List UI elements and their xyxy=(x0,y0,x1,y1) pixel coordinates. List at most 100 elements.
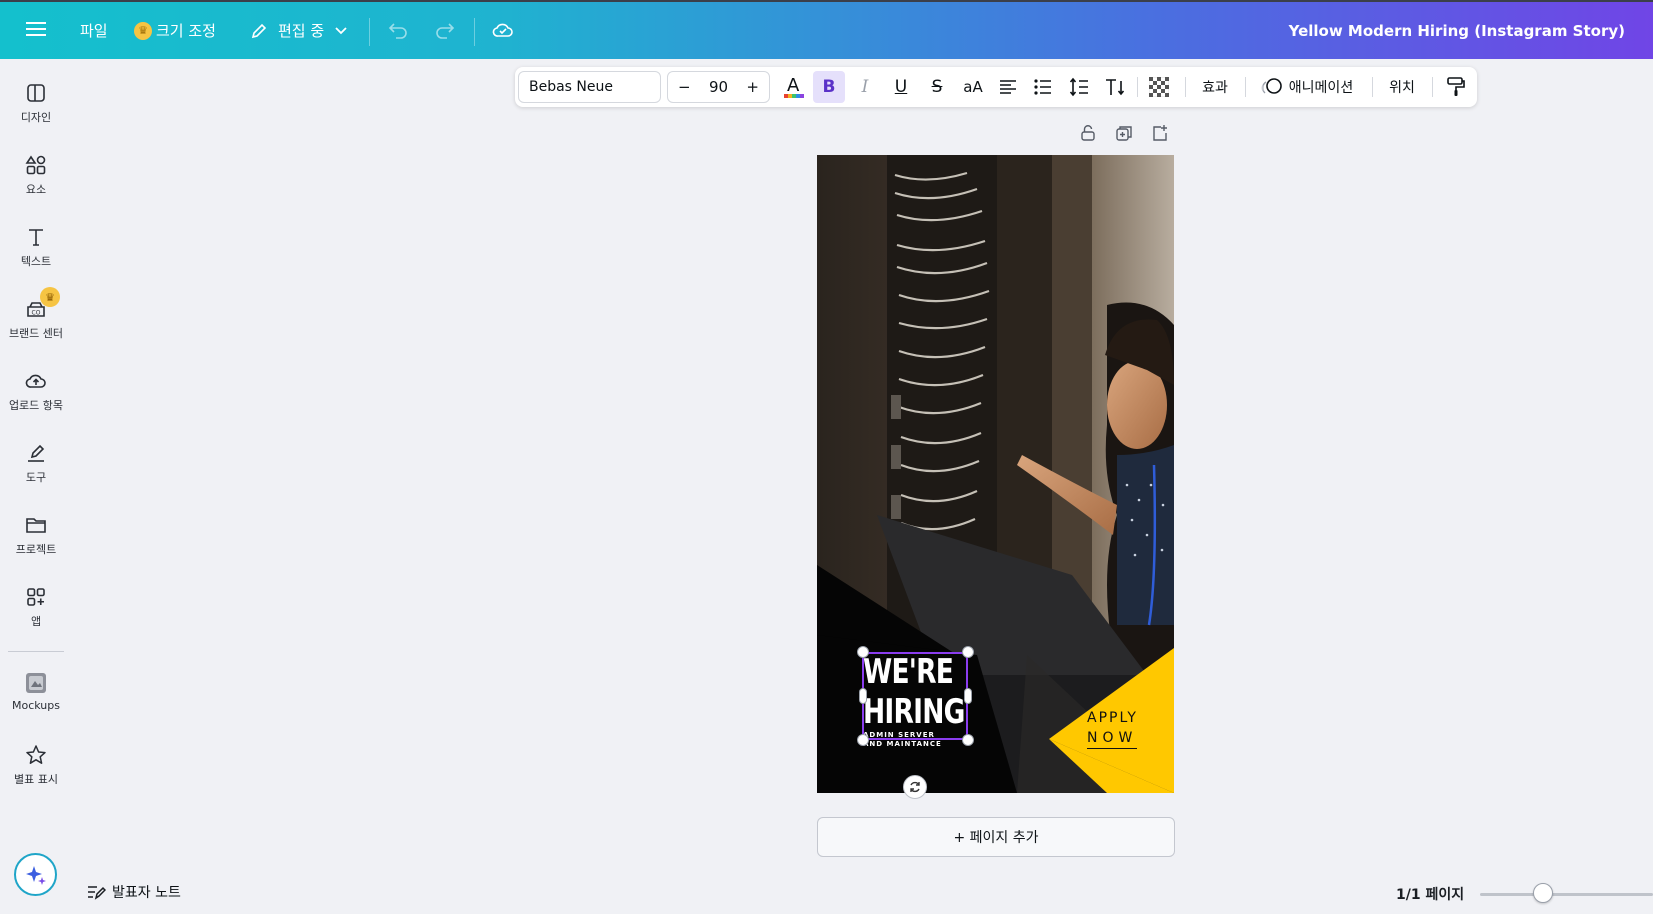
duplicate-page-icon[interactable] xyxy=(1115,124,1133,146)
resize-handle-bottom-left[interactable] xyxy=(857,734,869,746)
toolbar-divider xyxy=(1372,77,1373,97)
resize-handle-top-left[interactable] xyxy=(857,646,869,658)
line-spacing-icon xyxy=(1069,77,1088,97)
rotate-icon xyxy=(910,781,920,793)
sidebar-item-label: 도구 xyxy=(25,471,47,484)
align-button[interactable] xyxy=(992,71,1024,103)
toolbar-divider xyxy=(1137,77,1138,97)
divider xyxy=(369,18,370,46)
sidebar-item-text[interactable]: 텍스트 xyxy=(0,225,72,269)
cloud-saved-icon[interactable] xyxy=(492,20,514,40)
subheadline-line-2: AND MAINTANCE xyxy=(863,740,942,748)
sidebar-item-mockups[interactable]: Mockups xyxy=(0,671,72,712)
chevron-down-icon xyxy=(335,26,347,34)
star-icon xyxy=(26,745,46,764)
toolbar-divider xyxy=(1245,77,1246,97)
sidebar-item-design[interactable]: 디자인 xyxy=(0,81,72,125)
redo-icon[interactable] xyxy=(435,21,455,39)
toolbar-divider xyxy=(1432,77,1433,97)
resize-handle-right[interactable] xyxy=(964,688,972,704)
copy-style-button[interactable] xyxy=(1440,71,1472,103)
sidebar-item-tools[interactable]: 도구 xyxy=(0,441,72,485)
sidebar-item-label: 별표 표시 xyxy=(14,773,58,786)
sidebar-item-elements[interactable]: 요소 xyxy=(0,153,72,197)
design-icon xyxy=(27,84,45,102)
font-size-input[interactable]: 90 xyxy=(709,78,728,96)
apply-now-text[interactable]: APPLY NOW xyxy=(1087,708,1157,749)
draw-icon xyxy=(28,444,45,462)
underline-button[interactable]: U xyxy=(885,71,917,103)
sidebar-item-label: 텍스트 xyxy=(20,255,52,268)
add-page-icon[interactable] xyxy=(1151,124,1169,146)
zoom-slider-thumb[interactable] xyxy=(1533,883,1553,903)
svg-text:CO: CO xyxy=(32,310,41,317)
resize-handle-bottom-right[interactable] xyxy=(962,734,974,746)
add-page-button[interactable]: + 페이지 추가 xyxy=(817,817,1175,857)
resize-handle-top-right[interactable] xyxy=(962,646,974,658)
speaker-notes-button[interactable]: 발표자 노트 xyxy=(86,882,181,902)
resize-handle-left[interactable] xyxy=(859,688,867,704)
vertical-text-icon xyxy=(1106,79,1125,96)
sidebar-item-label: 프로젝트 xyxy=(15,543,57,556)
crown-icon: ♛ xyxy=(40,287,60,307)
sparkle-icon xyxy=(25,865,46,885)
mockups-icon xyxy=(26,673,46,693)
letter-case-button[interactable]: aA xyxy=(956,71,990,103)
sidebar-item-label: 업로드 항목 xyxy=(8,399,64,412)
elements-icon xyxy=(25,155,46,175)
effects-button[interactable]: 효과 xyxy=(1193,71,1237,103)
undo-icon[interactable] xyxy=(388,21,408,39)
speaker-notes-label: 발표자 노트 xyxy=(112,885,181,901)
list-button[interactable] xyxy=(1027,71,1059,103)
sidebar: 디자인 요소 텍스트 CO 브랜드 센터 ♛ 업로드 항목 도구 프로젝트 앱 … xyxy=(0,59,72,914)
text-selection-box[interactable] xyxy=(862,652,968,740)
apps-icon xyxy=(27,588,45,606)
file-menu[interactable]: 파일 xyxy=(80,20,108,41)
spacing-button[interactable] xyxy=(1063,71,1095,103)
font-size-increase-button[interactable]: + xyxy=(746,78,759,96)
lock-page-icon[interactable] xyxy=(1079,124,1097,146)
rotate-handle[interactable] xyxy=(903,775,927,799)
folder-icon xyxy=(26,518,46,533)
sidebar-item-starred[interactable]: 별표 표시 xyxy=(0,743,72,787)
position-button[interactable]: 위치 xyxy=(1380,71,1424,103)
magic-assistant-button[interactable] xyxy=(14,853,57,896)
animation-button[interactable]: 애니메이션 xyxy=(1253,71,1361,103)
menu-icon[interactable] xyxy=(26,20,46,38)
sidebar-item-label: 디자인 xyxy=(20,111,52,124)
toolbar-divider xyxy=(1185,77,1186,97)
align-left-icon xyxy=(1000,80,1016,94)
sidebar-item-brand[interactable]: CO 브랜드 센터 ♛ xyxy=(0,287,72,341)
sidebar-divider xyxy=(8,651,64,652)
font-size-decrease-button[interactable]: − xyxy=(678,78,691,96)
paint-roller-icon xyxy=(1447,77,1465,96)
sidebar-item-label: 브랜드 센터 xyxy=(8,327,64,340)
sidebar-item-apps[interactable]: 앱 xyxy=(0,585,72,629)
apply-line-2: NOW xyxy=(1087,728,1138,749)
strikethrough-button[interactable]: S xyxy=(921,71,953,103)
text-direction-button[interactable] xyxy=(1099,71,1131,103)
edit-mode-dropdown[interactable]: 편집 중 xyxy=(250,20,348,41)
upload-icon xyxy=(25,374,46,388)
resize-button[interactable]: ♛ 크기 조정 xyxy=(134,20,216,41)
italic-button[interactable]: I xyxy=(849,71,881,103)
zoom-slider-track[interactable] xyxy=(1480,893,1653,896)
font-family-selector[interactable]: Bebas Neue xyxy=(518,71,661,103)
page-counter[interactable]: 1/1 페이지 xyxy=(1396,884,1464,904)
top-bar: 파일 ♛ 크기 조정 편집 중 Yellow Modern Hiring (In… xyxy=(0,0,1653,59)
edit-mode-label: 편집 중 xyxy=(278,22,325,40)
sidebar-item-label: Mockups xyxy=(12,699,60,712)
sidebar-item-projects[interactable]: 프로젝트 xyxy=(0,513,72,557)
sidebar-item-label: 앱 xyxy=(30,615,42,628)
resize-label: 크기 조정 xyxy=(156,22,216,40)
document-title[interactable]: Yellow Modern Hiring (Instagram Story) xyxy=(1289,22,1625,40)
text-color-button[interactable]: A xyxy=(779,71,809,103)
text-icon xyxy=(29,229,43,246)
animation-label: 애니메이션 xyxy=(1288,80,1354,96)
bold-button[interactable]: B xyxy=(813,71,845,103)
sidebar-item-label: 요소 xyxy=(25,183,47,196)
apply-line-1: APPLY xyxy=(1087,710,1138,726)
transparency-button[interactable] xyxy=(1143,71,1175,103)
sidebar-item-uploads[interactable]: 업로드 항목 xyxy=(0,369,72,413)
animation-icon xyxy=(1261,78,1282,94)
